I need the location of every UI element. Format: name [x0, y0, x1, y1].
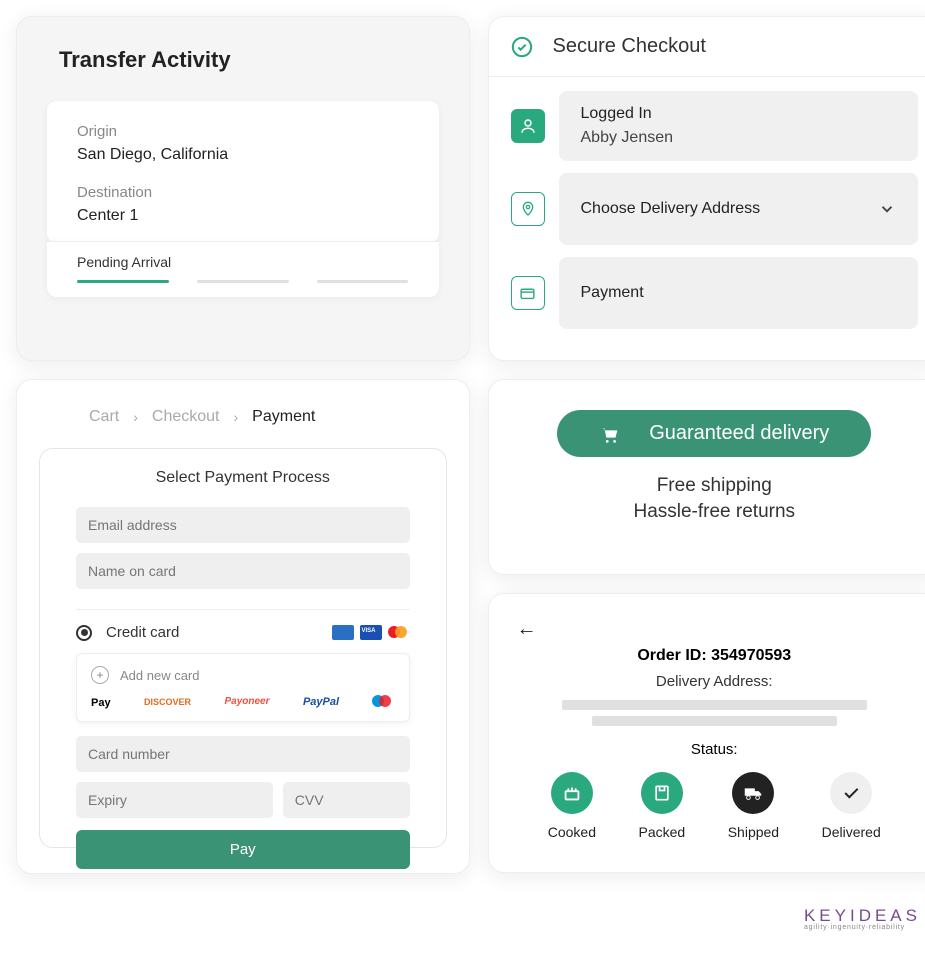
status-label: Status:: [517, 741, 913, 758]
visa-icon: [360, 625, 382, 640]
hassle-free: Hassle-free returns: [633, 501, 795, 523]
cart-icon: [599, 423, 621, 445]
panel-title: Select Payment Process: [76, 469, 410, 487]
transfer-activity-card: Transfer Activity Origin San Diego, Cali…: [16, 16, 470, 361]
email-field[interactable]: [76, 507, 410, 543]
pay-button[interactable]: Pay: [76, 830, 410, 869]
step-delivered: Delivered: [822, 772, 881, 840]
delivery-text: Free shipping Hassle-free returns: [633, 475, 795, 523]
cooked-icon: [551, 772, 593, 814]
packed-icon: [641, 772, 683, 814]
shipped-icon: [732, 772, 774, 814]
chevron-down-icon[interactable]: [878, 200, 896, 218]
free-shipping: Free shipping: [633, 475, 795, 497]
origin-value: San Diego, California: [77, 146, 409, 164]
cc-logos: [332, 625, 410, 640]
status-steps: Cooked Packed Shipped: [517, 772, 913, 840]
user-icon: [511, 109, 545, 143]
applepay-icon: Pay: [91, 694, 111, 709]
credit-card-option[interactable]: Credit card: [76, 624, 410, 641]
step-cooked: Cooked: [548, 772, 596, 840]
payoneer-icon: Payoneer: [224, 696, 269, 707]
transfer-inner: Origin San Diego, California Destination…: [47, 101, 439, 243]
chevron-right-icon: ›: [133, 409, 138, 425]
crumb-payment: Payment: [252, 408, 315, 426]
brand-logo: KEYIDEAS agility·ingenuity·reliability: [804, 906, 921, 931]
origin-label: Origin: [77, 123, 409, 140]
cvv-field[interactable]: [283, 782, 410, 818]
delivered-label: Delivered: [822, 824, 881, 840]
shipped-label: Shipped: [728, 824, 779, 840]
plus-icon: +: [91, 666, 109, 684]
transfer-progress: [77, 280, 409, 283]
secure-checkout-card: Secure Checkout Logged In Abby Jensen Ch…: [488, 16, 925, 361]
payment-card: Cart › Checkout › Payment Select Payment…: [16, 379, 470, 874]
step-shipped: Shipped: [728, 772, 779, 840]
expiry-field[interactable]: [76, 782, 273, 818]
chevron-right-icon: ›: [234, 409, 239, 425]
delivery-card: Guaranteed delivery Free shipping Hassle…: [488, 379, 925, 575]
progress-bar-1: [77, 280, 169, 283]
order-id: Order ID: 354970593: [517, 647, 913, 665]
address-line-2: [592, 716, 837, 726]
radio-selected[interactable]: [76, 625, 92, 641]
address-line-1: [562, 700, 867, 710]
checkout-row-address[interactable]: Choose Delivery Address: [511, 173, 919, 245]
crumb-checkout[interactable]: Checkout: [152, 408, 220, 426]
transfer-title: Transfer Activity: [47, 47, 439, 73]
add-new-label: Add new card: [120, 668, 200, 683]
logged-in-label: Logged In: [581, 105, 652, 123]
breadcrumb: Cart › Checkout › Payment: [39, 408, 447, 426]
checkout-row-payment[interactable]: Payment: [511, 257, 919, 329]
transfer-status: Pending Arrival: [77, 254, 409, 270]
checkout-row-login[interactable]: Logged In Abby Jensen: [511, 91, 919, 161]
amex-icon: [332, 625, 354, 640]
payment-label: Payment: [581, 284, 644, 302]
guaranteed-delivery-button[interactable]: Guaranteed delivery: [557, 410, 871, 457]
payment-panel: Select Payment Process Credit card + Add…: [39, 448, 447, 848]
discover-icon: DISCOVER: [144, 697, 191, 707]
back-button[interactable]: ←: [517, 618, 913, 641]
card-number-field[interactable]: [76, 736, 410, 772]
crumb-cart[interactable]: Cart: [89, 408, 119, 426]
location-icon: [511, 192, 545, 226]
checkmark-icon: [511, 36, 533, 58]
cooked-label: Cooked: [548, 824, 596, 840]
mastercard-icon: [388, 625, 410, 640]
step-packed: Packed: [639, 772, 686, 840]
maestro-icon: [372, 694, 394, 709]
delivery-address-label: Delivery Address:: [517, 673, 913, 690]
pay-method-logos: Pay DISCOVER Payoneer PayPal: [91, 694, 395, 709]
address-label: Choose Delivery Address: [581, 200, 761, 218]
cc-label: Credit card: [106, 624, 318, 641]
packed-label: Packed: [639, 824, 686, 840]
progress-bar-2: [197, 280, 289, 283]
progress-bar-3: [317, 280, 409, 283]
checkout-header: Secure Checkout: [489, 17, 925, 77]
delivery-btn-label: Guaranteed delivery: [649, 422, 829, 445]
paypal-icon: PayPal: [303, 696, 339, 708]
brand-name: KEYIDEAS: [804, 906, 921, 926]
destination-label: Destination: [77, 184, 409, 201]
name-field[interactable]: [76, 553, 410, 589]
brand-tagline: agility·ingenuity·reliability: [804, 924, 921, 931]
add-new-card[interactable]: + Add new card: [91, 666, 395, 684]
checkout-title: Secure Checkout: [553, 35, 706, 58]
card-icon: [511, 276, 545, 310]
add-card-panel: + Add new card Pay DISCOVER Payoneer Pay…: [76, 653, 410, 722]
delivered-icon: [830, 772, 872, 814]
destination-value: Center 1: [77, 207, 409, 225]
transfer-status-section: Pending Arrival: [47, 241, 439, 297]
user-name: Abby Jensen: [581, 129, 674, 147]
order-card: ← Order ID: 354970593 Delivery Address: …: [488, 593, 925, 873]
